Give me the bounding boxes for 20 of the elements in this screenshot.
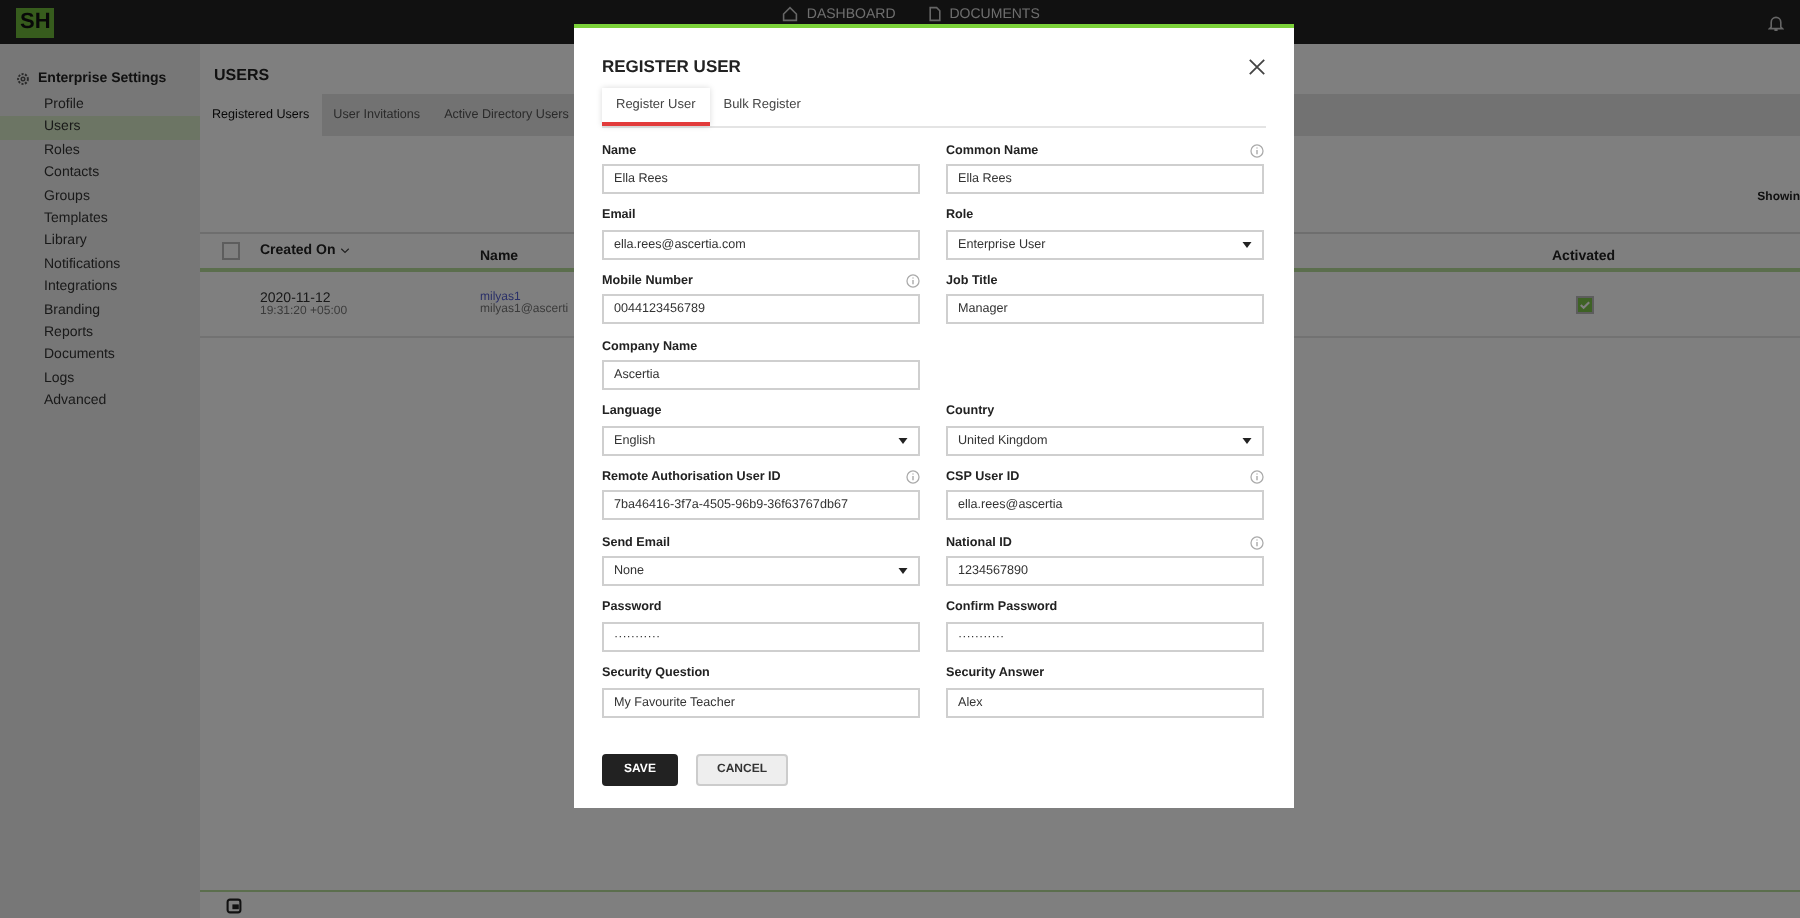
dialog-title: REGISTER USER [602,56,741,76]
document-icon [927,6,942,22]
info-icon [906,273,920,288]
page-title: USERS [214,66,270,84]
gear-icon [16,72,30,86]
chevron-down-icon [339,248,350,254]
caret-icon [1242,241,1252,248]
checkbox[interactable] [222,241,240,259]
info-icon [1250,535,1264,550]
caret-icon [1242,437,1252,444]
caret-icon [898,568,908,575]
caret-icon [898,437,908,444]
export-icon[interactable] [226,897,242,913]
info-icon [1250,469,1264,484]
home-icon [782,6,799,22]
info-icon [1250,143,1264,157]
bell-icon[interactable] [1768,13,1784,31]
close-button[interactable] [1248,57,1266,75]
info-icon [906,469,920,484]
logo[interactable]: SH [16,7,55,37]
